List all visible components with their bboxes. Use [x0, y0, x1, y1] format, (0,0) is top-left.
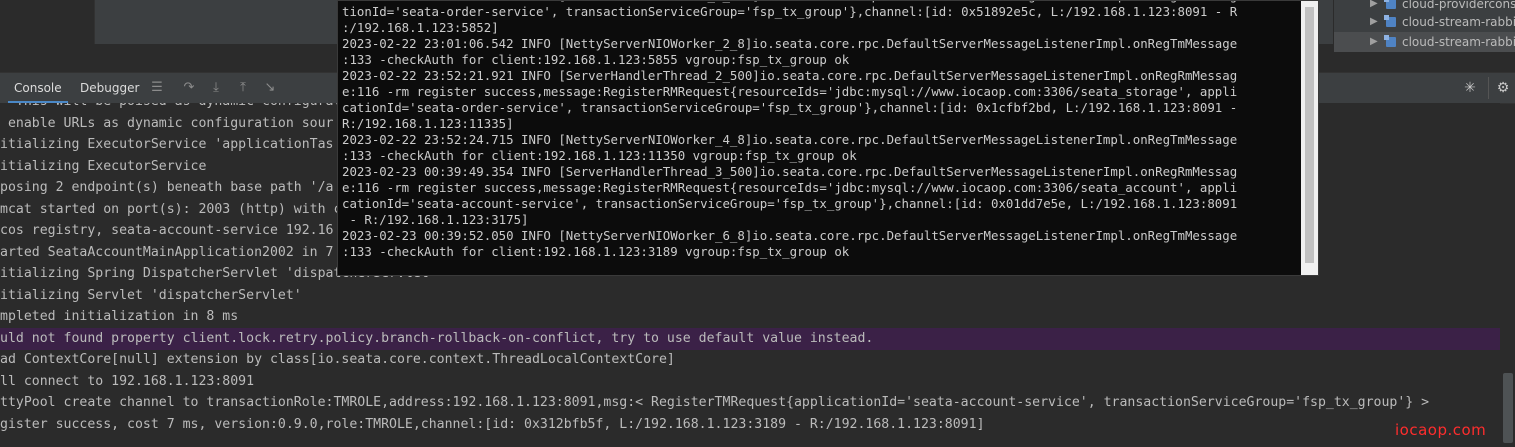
console-line: ll connect to 192.168.1.123:8091 — [0, 373, 255, 389]
module-icon — [1384, 0, 1396, 9]
settings-icon[interactable]: ⚙ — [1494, 79, 1512, 97]
terminal-line: e:116 -rm register success,message:Regis… — [342, 180, 1238, 195]
chevron-right-icon[interactable]: ▶ — [1370, 32, 1378, 52]
terminal-line: 2023-02-22 23:01:06.542 INFO [NettyServe… — [342, 36, 1238, 51]
terminal-scrollbar[interactable] — [1301, 1, 1318, 275]
console-line: itializing Servlet 'dispatcherServlet' — [0, 287, 302, 303]
tree-item[interactable]: ▶ cloud-stream-rabbi — [1334, 12, 1515, 32]
terminal-line: 2023-02-23 00:39:52.050 INFO [NettyServe… — [342, 228, 1238, 243]
chevron-right-icon[interactable]: ▶ — [1370, 12, 1378, 32]
console-line: uld not found property client.lock.retry… — [0, 327, 1500, 350]
console-line: mpleted initialization in 8 ms — [0, 309, 239, 324]
terminal-line: cationId='seata-account-service', transa… — [342, 196, 1238, 211]
terminal-line: tionId='seata-order-service', transactio… — [342, 4, 1238, 19]
terminal-scrollbar-thumb[interactable] — [1305, 7, 1314, 263]
toolbar-divider — [1488, 77, 1489, 99]
tree-item-label: cloud-stream-rabbi — [1402, 35, 1515, 49]
console-line: ttyPool create channel to transactionRol… — [0, 395, 1430, 410]
tab-console[interactable]: Console — [8, 73, 68, 103]
terminal-line: :133 -checkAuth for client:192.168.1.123… — [342, 244, 850, 259]
terminal-line: 2023-02-22 23:52:24.715 INFO [NettyServe… — [342, 132, 1238, 147]
terminal-line: R:/192.168.1.123:11335] — [342, 116, 514, 131]
terminal-line: 2023-02-23 00:39:49.354 INFO [ServerHand… — [342, 164, 1238, 179]
step-out-icon[interactable]: ⤒ — [234, 79, 252, 97]
terminal-line: :133 -checkAuth for client:192.168.1.123… — [342, 52, 850, 67]
console-line: gister success, cost 7 ms, version:0.9.0… — [0, 416, 985, 432]
tree-item-label: cloud-stream-rabbi — [1402, 15, 1515, 29]
terminal-line: :/192.168.1.123:5852] — [342, 20, 499, 35]
step-over-icon[interactable]: ↷ — [180, 79, 198, 97]
tab-debugger[interactable]: Debugger — [74, 73, 145, 103]
terminal-line: - R:/192.168.1.123:3175] — [342, 212, 529, 227]
module-icon — [1384, 35, 1396, 47]
editor-gutter — [0, 0, 95, 44]
terminal-line: 2023-02-22 23:01:06.395 INFO [ServerHand… — [342, 1, 1237, 4]
gear-icon[interactable]: ✳ — [1461, 79, 1479, 97]
tree-item[interactable]: ▶ cloud-stream-rabbi — [1334, 32, 1515, 52]
terminal-window[interactable]: :133 -checkAuth for client:192.168.1.123… — [337, 0, 1319, 276]
project-tree[interactable]: ▶ cloud-providercons ▶ cloud-stream-rabb… — [1333, 0, 1515, 52]
console-line: ad ContextCore[null] extension by class[… — [0, 352, 675, 367]
menu-icon[interactable]: ☰ — [148, 79, 166, 97]
console-scrollbar[interactable] — [1503, 373, 1513, 443]
terminal-line: 2023-02-22 23:52:21.921 INFO [ServerHand… — [342, 68, 1238, 83]
step-into-icon[interactable]: ⤓ — [207, 79, 225, 97]
terminal-line: :133 -checkAuth for client:192.168.1.123… — [342, 148, 857, 163]
module-icon — [1384, 15, 1396, 27]
watermark: iocaop.com — [1395, 421, 1487, 439]
run-to-cursor-icon[interactable]: ↘ — [261, 79, 279, 97]
terminal-line: e:116 -rm register success,message:Regis… — [342, 84, 1238, 99]
terminal-line: cationId='seata-order-service', transact… — [342, 100, 1238, 115]
